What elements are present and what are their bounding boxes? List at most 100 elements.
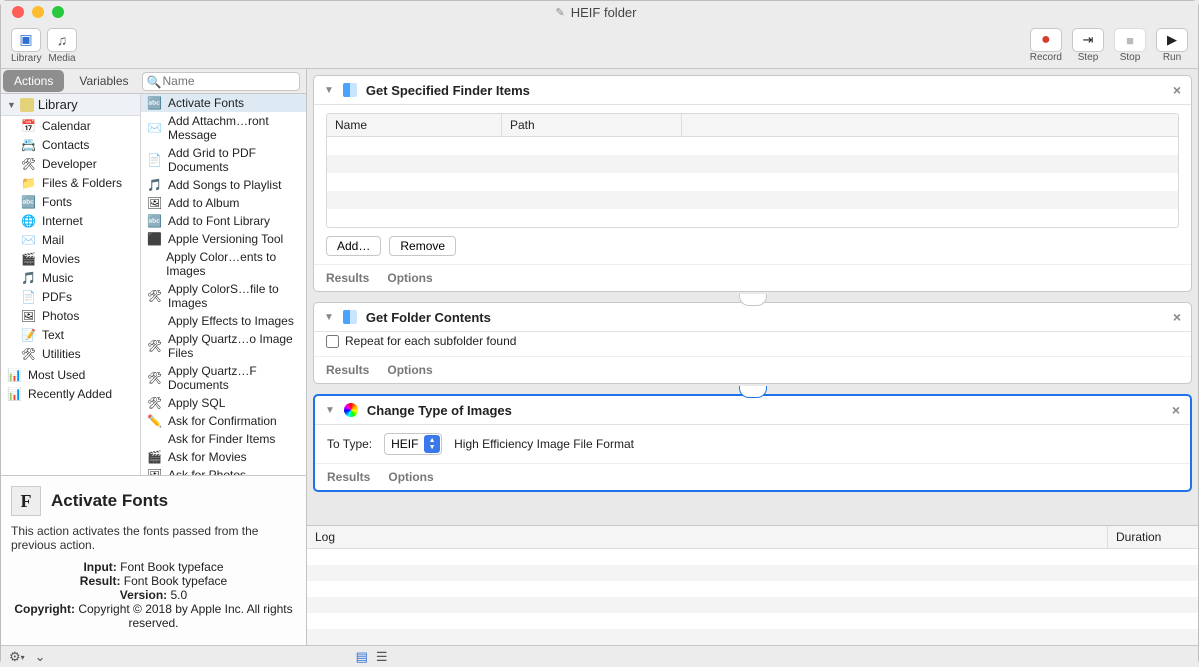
category-icon: 🎬	[21, 251, 36, 266]
workflow-pane: ▼ Get Specified Finder Items × Name Path	[307, 69, 1198, 645]
library-item[interactable]: 🎵Music	[1, 268, 140, 287]
library-item[interactable]: ✉️Mail	[1, 230, 140, 249]
finder-items-table[interactable]: Name Path	[326, 113, 1179, 228]
action-list-item[interactable]: ✏️Ask for Confirmation	[141, 412, 306, 430]
action-list-item[interactable]: 🛠Apply SQL	[141, 394, 306, 412]
action-label: Add to Font Library	[168, 214, 270, 228]
results-link[interactable]: Results	[326, 363, 369, 377]
repeat-subfolder-checkbox[interactable]	[326, 335, 339, 348]
desc-copyright-value: Copyright © 2018 by Apple Inc. All right…	[78, 602, 292, 630]
disclosure-icon[interactable]: ▼	[325, 405, 335, 416]
action-list-item[interactable]: ⬛Apple Versioning Tool	[141, 230, 306, 248]
action-label: Apply Quartz…o Image Files	[168, 332, 300, 360]
action-list-item[interactable]: 🛠Apply ColorS…file to Images	[141, 280, 306, 312]
select-arrows-icon: ▲▼	[424, 435, 440, 453]
action-list-item[interactable]: 🎬Ask for Movies	[141, 448, 306, 466]
library-label: Library	[11, 53, 41, 64]
results-link[interactable]: Results	[327, 470, 370, 484]
action-icon: 🔤	[147, 214, 162, 228]
connector-icon	[739, 294, 767, 306]
close-icon[interactable]: ×	[1172, 402, 1180, 418]
library-item[interactable]: 🛠Utilities	[1, 344, 140, 363]
record-icon: ●	[1041, 31, 1051, 49]
library-header[interactable]: ▼ Library	[1, 94, 140, 116]
minimize-window-icon[interactable]	[32, 6, 44, 18]
disclosure-icon[interactable]: ▼	[324, 85, 334, 96]
action-list-item[interactable]: ✉️Add Attachm…ront Message	[141, 112, 306, 144]
toggle-log-button[interactable]: ⌄	[35, 649, 46, 665]
action-list-item[interactable]: 📄Add Grid to PDF Documents	[141, 144, 306, 176]
tab-actions[interactable]: Actions	[3, 70, 64, 92]
options-link[interactable]: Options	[387, 363, 432, 377]
category-icon: 🖼	[21, 308, 36, 323]
library-category-list[interactable]: ▼ Library 📅Calendar📇Contacts🛠Developer📁F…	[1, 94, 141, 475]
library-item[interactable]: 📁Files & Folders	[1, 173, 140, 192]
col-path[interactable]: Path	[502, 114, 682, 136]
library-item[interactable]: 🎬Movies	[1, 249, 140, 268]
to-type-label: To Type:	[327, 437, 372, 451]
action-list-item[interactable]: Ask for Finder Items	[141, 430, 306, 448]
run-button[interactable]: ▶	[1156, 28, 1188, 52]
desc-input-value: Font Book typeface	[120, 560, 223, 574]
results-link[interactable]: Results	[326, 271, 369, 285]
action-list-item[interactable]: Apply Color…ents to Images	[141, 248, 306, 280]
actions-list[interactable]: 🔤Activate Fonts✉️Add Attachm…ront Messag…	[141, 94, 306, 475]
remove-button[interactable]: Remove	[389, 236, 456, 256]
action-icon: 🛠	[147, 396, 162, 410]
record-button[interactable]: ●	[1030, 28, 1062, 52]
log-col-duration[interactable]: Duration	[1108, 526, 1198, 548]
action-list-item[interactable]: 🛠Apply Quartz…o Image Files	[141, 330, 306, 362]
action-list-item[interactable]: 🖼Add to Album	[141, 194, 306, 212]
category-label: Text	[42, 328, 64, 342]
action-list-item[interactable]: 🖼Ask for Photos	[141, 466, 306, 475]
col-name[interactable]: Name	[327, 114, 502, 136]
workflow-action-change-type-of-images[interactable]: ▼ Change Type of Images × To Type: HEIF …	[313, 394, 1192, 492]
desc-version-value: 5.0	[171, 588, 188, 602]
add-button[interactable]: Add…	[326, 236, 381, 256]
library-item[interactable]: 📄PDFs	[1, 287, 140, 306]
tab-variables[interactable]: Variables	[68, 70, 139, 92]
disclosure-icon: ▼	[7, 100, 16, 110]
view-flow-icon[interactable]: ▤	[356, 649, 368, 665]
library-smart-item[interactable]: 📊Recently Added	[1, 384, 140, 403]
library-item[interactable]: 📝Text	[1, 325, 140, 344]
options-link[interactable]: Options	[387, 271, 432, 285]
action-list-item[interactable]: 🛠Apply Quartz…F Documents	[141, 362, 306, 394]
view-list-icon[interactable]: ☰	[376, 649, 388, 665]
zoom-window-icon[interactable]	[52, 6, 64, 18]
disclosure-icon[interactable]: ▼	[324, 312, 334, 323]
library-item[interactable]: 🛠Developer	[1, 154, 140, 173]
repeat-subfolder-label: Repeat for each subfolder found	[345, 334, 516, 348]
library-item[interactable]: 🌐Internet	[1, 211, 140, 230]
gear-menu-icon[interactable]: ⚙︎▾	[9, 649, 25, 665]
library-header-label: Library	[38, 97, 78, 112]
media-icon: ♫	[57, 32, 68, 48]
library-item[interactable]: 🖼Photos	[1, 306, 140, 325]
action-label: Apply Color…ents to Images	[166, 250, 300, 278]
log-col-log[interactable]: Log	[307, 526, 1108, 548]
step-button[interactable]: ⇥	[1072, 28, 1104, 52]
search-input[interactable]	[142, 72, 301, 91]
action-list-item[interactable]: 🎵Add Songs to Playlist	[141, 176, 306, 194]
library-item[interactable]: 📅Calendar	[1, 116, 140, 135]
workflow-action-get-folder-contents[interactable]: ▼ Get Folder Contents × Repeat for each …	[313, 302, 1192, 384]
library-item[interactable]: 📇Contacts	[1, 135, 140, 154]
close-icon[interactable]: ×	[1173, 309, 1181, 325]
window-titlebar: ✎ HEIF folder	[1, 1, 1198, 23]
category-label: Utilities	[42, 347, 81, 361]
log-panel: Log Duration	[307, 525, 1198, 645]
media-toggle-button[interactable]: ♫	[47, 28, 77, 52]
options-link[interactable]: Options	[388, 470, 433, 484]
card1-title: Get Specified Finder Items	[366, 83, 530, 98]
workflow-action-get-specified-finder-items[interactable]: ▼ Get Specified Finder Items × Name Path	[313, 75, 1192, 292]
action-icon: 🎵	[147, 178, 162, 192]
close-icon[interactable]: ×	[1173, 82, 1181, 98]
library-smart-item[interactable]: 📊Most Used	[1, 365, 140, 384]
library-item[interactable]: 🔤Fonts	[1, 192, 140, 211]
action-list-item[interactable]: Apply Effects to Images	[141, 312, 306, 330]
action-list-item[interactable]: 🔤 Add to Font Library	[141, 212, 306, 230]
stop-button[interactable]: ■	[1114, 28, 1146, 52]
close-window-icon[interactable]	[12, 6, 24, 18]
library-toggle-button[interactable]: ▣	[11, 28, 41, 52]
action-list-item[interactable]: 🔤Activate Fonts	[141, 94, 306, 112]
